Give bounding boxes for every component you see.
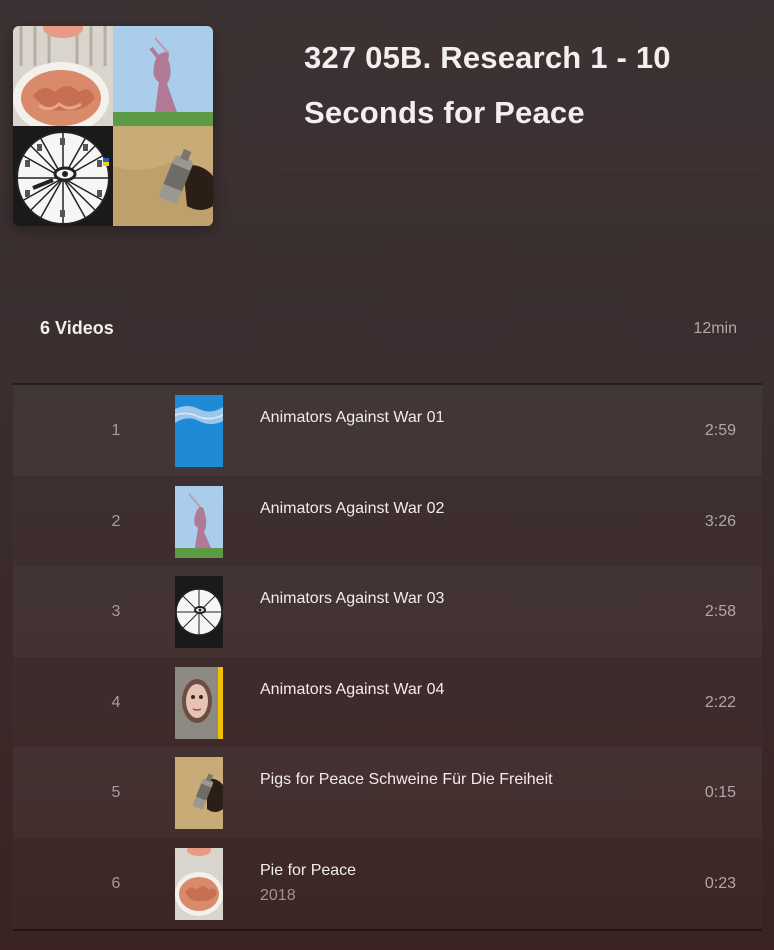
playlist-page: 327 05B. Research 1 - 10 Seconds for Pea… [0,0,774,950]
video-row[interactable]: 3 Animators Against War 03 2:58 [13,566,762,657]
video-year: 2018 [260,886,296,904]
playlist-title: 327 05B. Research 1 - 10 Seconds for Pea… [304,30,744,140]
cover-wheel-image [13,126,113,226]
playlist-title-line-2: Seconds for Peace [304,95,585,130]
video-duration: 0:23 [704,874,736,892]
video-duration: 2:22 [704,693,736,711]
video-index: 1 [111,422,121,439]
video-title: Pie for Peace [260,861,357,879]
pie-thumbnail [175,847,223,920]
face-thumbnail [175,666,223,739]
statue-thumbnail [175,485,223,558]
video-title: Animators Against War 02 [260,499,445,517]
video-title: Animators Against War 04 [260,680,445,698]
playlist-cover[interactable] [13,26,213,226]
video-duration: 2:59 [704,422,736,439]
spray-can-thumbnail [175,757,223,829]
video-duration: 3:26 [704,512,736,530]
video-index: 5 [111,784,121,801]
video-row[interactable]: 2 Animators Against War 02 3:26 [13,476,762,567]
video-index: 6 [111,874,121,892]
video-title: Pigs for Peace Schweine Für Die Freiheit [260,771,553,788]
title-divider [277,168,762,169]
video-row[interactable]: 5 Pigs for Peace Schweine Für Die Freihe… [13,747,762,838]
video-count: 6 Videos [40,318,114,338]
video-row[interactable]: 1 Animators Against War 01 2:59 [13,385,762,476]
video-list: 1 Animators Against War 01 2:59 2 Animat… [13,383,762,928]
cover-statue-image [113,26,213,126]
video-row[interactable]: 4 Animators Against War 04 2:22 [13,657,762,748]
total-duration: 12min [693,320,737,337]
cover-pie-image [13,26,113,126]
video-index: 2 [111,512,121,530]
playlist-title-line-1: 327 05B. Research 1 - 10 [304,40,671,75]
video-title: Animators Against War 01 [260,409,445,426]
video-index: 4 [111,693,121,711]
wheel-thumbnail [175,576,223,648]
blue-sky-thumbnail [175,395,223,467]
cover-spray-can-image [113,126,213,226]
video-index: 3 [111,603,121,620]
video-title: Animators Against War 03 [260,590,445,607]
video-duration: 0:15 [704,784,736,801]
video-duration: 2:58 [704,603,736,620]
list-bottom-divider [13,929,762,931]
video-row[interactable]: 6 Pie for Peace 2018 0:23 [13,838,762,929]
